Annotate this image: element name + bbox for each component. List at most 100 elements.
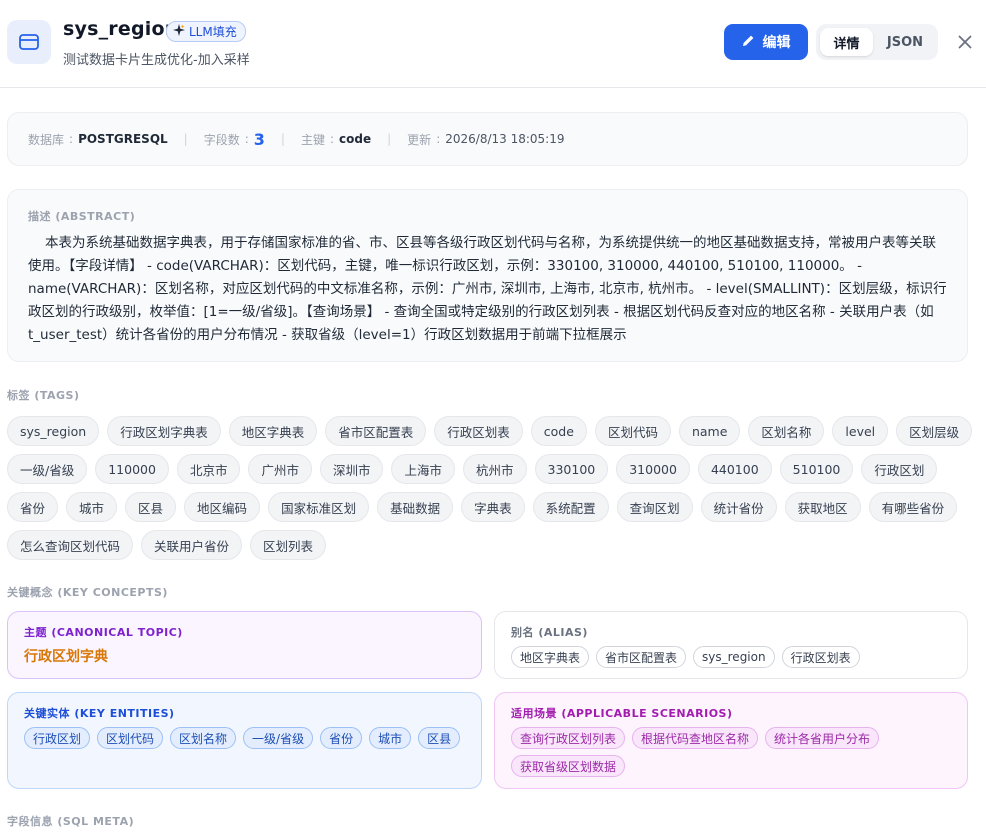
sparkle-icon bbox=[173, 24, 185, 39]
key-entities-card: 关键实体 (KEY ENTITIES) 行政区划 区划代码 区划名称 一级/省级 省份城… bbox=[7, 692, 482, 789]
tag[interactable]: 330100 bbox=[534, 454, 609, 484]
meta-fields-value: 3 bbox=[253, 129, 265, 149]
tag[interactable]: 杭州市 bbox=[463, 454, 527, 484]
tag[interactable]: 省份 bbox=[7, 492, 59, 522]
llm-badge: LLM填充 bbox=[166, 21, 246, 42]
meta-separator: | bbox=[387, 132, 392, 146]
alias-chip: 地区字典表 bbox=[511, 646, 590, 668]
tab-detail[interactable]: 详情 bbox=[820, 28, 873, 56]
page-title: sys_region bbox=[63, 18, 179, 40]
alias-list: 地区字典表 省市区配置表 sys_region 行政区划表 bbox=[511, 646, 951, 668]
scenarios-card: 适用场景 (APPLICABLE SCENARIOS) 查询行政区划列表 根据代码… bbox=[494, 692, 968, 789]
tag[interactable]: 广州市 bbox=[248, 454, 312, 484]
close-icon[interactable] bbox=[954, 31, 976, 53]
meta-colon: : bbox=[69, 132, 74, 146]
meta-fields-label: 字段数 bbox=[203, 132, 240, 147]
tag[interactable]: 怎么查询区划代码 bbox=[7, 530, 134, 560]
entity-chip: 区县 bbox=[418, 727, 461, 749]
meta-pk-value: code bbox=[339, 132, 372, 146]
scenario-chip: 获取省级区划数据 bbox=[511, 755, 626, 777]
description-text: 本表为系统基础数据字典表，用于存储国家标准的省、市、区县等各级行政区划代码与名称… bbox=[28, 235, 947, 343]
tag[interactable]: 一级/省级 bbox=[7, 454, 88, 484]
scenarios-title: 适用场景 (APPLICABLE SCENARIOS) bbox=[511, 707, 733, 720]
view-toggle: 详情 JSON bbox=[816, 24, 938, 60]
entity-chip: 一级/省级 bbox=[243, 727, 314, 749]
entity-chip: 行政区划 bbox=[24, 727, 91, 749]
tag[interactable]: 510100 bbox=[779, 454, 854, 484]
entity-chip: 城市 bbox=[369, 727, 412, 749]
alias-chip: sys_region bbox=[693, 646, 775, 668]
tag[interactable]: level bbox=[832, 416, 889, 446]
meta-separator: | bbox=[280, 132, 285, 146]
tag[interactable]: 440100 bbox=[697, 454, 772, 484]
tag[interactable]: 深圳市 bbox=[319, 454, 384, 484]
tag[interactable]: 城市 bbox=[66, 492, 118, 522]
canonical-topic-title: 主题 (CANONICAL TOPIC) bbox=[24, 626, 183, 639]
sql-meta-label: 字段信息 (SQL META) bbox=[7, 815, 135, 828]
description-card: 描述 (ABSTRACT) 本表为系统基础数据字典表，用于存储国家标准的省、市、… bbox=[7, 189, 968, 362]
tag[interactable]: 行政区划字典表 bbox=[107, 416, 221, 446]
meta-bar: 数据库 : POSTGRESQL | 字段数 : 3 | 主键 : code |… bbox=[7, 112, 968, 166]
alias-chip: 省市区配置表 bbox=[596, 646, 687, 668]
tags-label: 标签 (TAGS) bbox=[7, 389, 80, 402]
meta-updated-value: 2026/8/13 18:05:19 bbox=[445, 132, 565, 146]
alias-chip: 行政区划表 bbox=[781, 646, 860, 668]
tag[interactable]: 地区字典表 bbox=[228, 416, 318, 446]
tag[interactable]: 获取地区 bbox=[784, 492, 861, 522]
tag[interactable]: 系统配置 bbox=[532, 492, 609, 522]
tag[interactable]: code bbox=[530, 416, 587, 446]
tag[interactable]: 字典表 bbox=[461, 492, 525, 522]
meta-pk-label: 主键 bbox=[300, 132, 325, 147]
entity-chip: 区划代码 bbox=[97, 727, 164, 749]
tag[interactable]: 区划列表 bbox=[250, 530, 327, 560]
edit-button[interactable]: 编辑 bbox=[724, 24, 808, 60]
tag[interactable]: 地区编码 bbox=[184, 492, 261, 522]
entity-chip: 省份 bbox=[320, 727, 363, 749]
tag[interactable]: 区划代码 bbox=[594, 416, 671, 446]
tags-list: sys_region 行政区划字典表 地区字典表 省市区配置表 行政区划表 code 区划代… bbox=[7, 416, 977, 560]
tag[interactable]: 区划名称 bbox=[748, 416, 825, 446]
tag[interactable]: 国家标准区划 bbox=[268, 492, 370, 522]
scenario-chip: 查询行政区划列表 bbox=[511, 727, 626, 749]
tag[interactable]: 区县 bbox=[125, 492, 177, 522]
key-entities-title: 关键实体 (KEY ENTITIES) bbox=[24, 707, 175, 720]
alias-title: 别名 (ALIAS) bbox=[511, 626, 588, 639]
meta-colon: : bbox=[329, 132, 335, 146]
tag[interactable]: 有哪些省份 bbox=[868, 492, 958, 522]
tag[interactable]: 行政区划 bbox=[861, 454, 938, 484]
meta-separator: | bbox=[183, 132, 188, 146]
meta-database-label: 数据库 bbox=[28, 132, 65, 147]
tag[interactable]: name bbox=[678, 416, 741, 446]
canonical-topic-value: 行政区划字典 bbox=[24, 649, 108, 665]
meta-colon: : bbox=[244, 132, 249, 146]
scenario-chip: 统计各省用户分布 bbox=[765, 727, 880, 749]
canonical-topic-card: 主题 (CANONICAL TOPIC) 行政区划字典 bbox=[7, 611, 482, 679]
tag[interactable]: 区划层级 bbox=[896, 416, 973, 446]
tag[interactable]: 基础数据 bbox=[377, 492, 454, 522]
concepts-label: 关键概念 (KEY CONCEPTS) bbox=[7, 586, 168, 599]
tab-json[interactable]: JSON bbox=[877, 28, 933, 56]
header: sys_region LLM填充 测试数据卡片生成优化-加入采样 编辑 详情 J… bbox=[0, 0, 986, 88]
tag[interactable]: 310000 bbox=[616, 454, 690, 484]
scenarios-list: 查询行政区划列表 根据代码查地区名称 统计各省用户分布获取省级区划数据 bbox=[511, 727, 951, 777]
meta-database-value: POSTGRESQL bbox=[78, 132, 168, 146]
meta-colon: : bbox=[436, 132, 441, 146]
meta-primary-key: 主键 : code bbox=[301, 131, 371, 148]
scenario-chip: 根据代码查地区名称 bbox=[632, 727, 759, 749]
tag[interactable]: 行政区划表 bbox=[434, 416, 523, 446]
tag[interactable]: 关联用户省份 bbox=[141, 530, 243, 560]
tag[interactable]: sys_region bbox=[7, 416, 100, 446]
llm-badge-label: LLM填充 bbox=[189, 25, 237, 39]
alias-card: 别名 (ALIAS) 地区字典表 省市区配置表 sys_region 行政区划表 bbox=[494, 611, 968, 679]
tag[interactable]: 省市区配置表 bbox=[325, 416, 427, 446]
pencil-icon bbox=[742, 34, 755, 51]
meta-database: 数据库 : POSTGRESQL bbox=[28, 131, 168, 148]
table-icon bbox=[7, 20, 51, 64]
tag[interactable]: 统计省份 bbox=[700, 492, 777, 522]
entity-chip: 区划名称 bbox=[170, 727, 237, 749]
tag[interactable]: 上海市 bbox=[391, 454, 455, 484]
tag[interactable]: 北京市 bbox=[176, 454, 241, 484]
tag[interactable]: 110000 bbox=[95, 454, 169, 484]
tag[interactable]: 查询区划 bbox=[616, 492, 693, 522]
meta-updated-label: 更新 bbox=[407, 132, 432, 147]
